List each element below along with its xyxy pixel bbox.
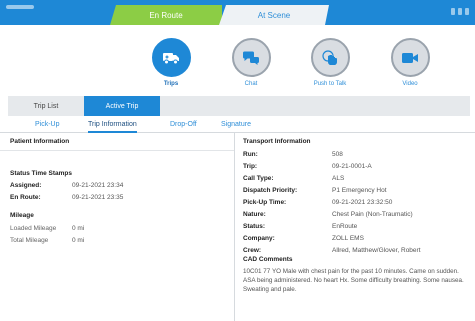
video-icon-circle[interactable] [390, 38, 430, 77]
crew-label: Crew: [243, 247, 262, 254]
tab-active-trip[interactable]: Active Trip [84, 96, 160, 116]
at-scene-status-tab[interactable]: At Scene [219, 5, 329, 25]
tab-pick-up[interactable]: Pick-Up [35, 121, 60, 133]
loaded-mileage-value: 0 mi [72, 225, 85, 232]
trip-sub-tab-bar: Pick-Up Trip Information Drop-Off Signat… [0, 121, 475, 133]
video-camera-icon [402, 52, 418, 63]
dispatch-priority-value: P1 Emergency Hot [332, 187, 387, 194]
trip-value: 09-21-0001-A [332, 163, 372, 170]
trip-tab-bar: Trip List Active Trip [8, 96, 470, 116]
mileage-title: Mileage [10, 212, 34, 219]
cad-comments-text: 10C01 77 YO Male with chest pain for the… [243, 268, 464, 293]
nature-label: Nature: [243, 211, 266, 218]
push-to-talk-icon-circle[interactable] [310, 38, 350, 77]
status-value: EnRoute [332, 223, 358, 230]
patient-information-panel: Patient Information Status Time Stamps A… [0, 133, 235, 321]
en-route-label: En Route: [10, 194, 41, 201]
chat-label: Chat [244, 81, 258, 87]
trip-label: Trip: [243, 163, 258, 170]
loaded-mileage-label: Loaded Mileage [10, 225, 57, 232]
call-type-label: Call Type: [243, 175, 274, 182]
chat-bubbles-icon [243, 51, 259, 65]
company-value: ZOLL EMS [332, 235, 364, 242]
status-time-stamps-title: Status Time Stamps [10, 170, 73, 177]
company-label: Company: [243, 235, 275, 242]
video-button[interactable]: Video [380, 38, 440, 87]
pick-up-time-label: Pick-Up Time: [243, 199, 287, 206]
app-logo [6, 5, 34, 9]
tab-trip-list[interactable]: Trip List [8, 96, 84, 116]
tab-signature[interactable]: Signature [221, 121, 251, 133]
status-label: Status: [243, 223, 266, 230]
en-route-value: 09-21-2021 23:35 [72, 194, 124, 201]
chat-button[interactable]: Chat [221, 38, 281, 87]
pick-up-time-value: 09-21-2021 23:32:50 [332, 199, 393, 206]
run-label: Run: [243, 151, 258, 158]
crew-value: Allred, Matthew/Glover, Robert [332, 247, 421, 254]
push-to-talk-icon [322, 49, 337, 65]
top-status-bar: En Route At Scene [0, 0, 475, 25]
action-icon-row: Trips Chat Push to Talk Video [0, 38, 475, 93]
push-to-talk-button[interactable]: Push to Talk [300, 38, 360, 87]
transport-information-panel: Transport Information Run: 508 Trip: 09-… [236, 133, 475, 321]
dispatch-priority-label: Dispatch Priority: [243, 187, 298, 194]
assigned-value: 09-21-2021 23:34 [72, 182, 124, 189]
transport-information-title: Transport Information [243, 138, 311, 145]
push-to-talk-label: Push to Talk [313, 81, 347, 87]
tab-drop-off[interactable]: Drop-Off [170, 121, 197, 133]
nature-value: Chest Pain (Non-Traumatic) [332, 211, 413, 218]
en-route-status-tab[interactable]: En Route [110, 5, 222, 25]
call-type-value: ALS [332, 175, 345, 182]
total-mileage-label: Total Mileage [10, 237, 49, 244]
divider [0, 150, 234, 151]
trips-button[interactable]: Trips [141, 38, 201, 87]
tab-trip-information[interactable]: Trip Information [88, 121, 137, 133]
signal-icon [451, 8, 469, 15]
assigned-label: Assigned: [10, 182, 42, 189]
run-value: 508 [332, 151, 343, 158]
chat-icon-circle[interactable] [231, 38, 271, 77]
video-label: Video [402, 81, 418, 87]
trips-label: Trips [163, 81, 179, 87]
patient-information-title: Patient Information [10, 138, 70, 145]
cad-comments-title: CAD Comments [243, 256, 293, 263]
ambulance-icon [163, 52, 179, 64]
trips-icon-circle[interactable] [151, 38, 191, 77]
total-mileage-value: 0 mi [72, 237, 85, 244]
